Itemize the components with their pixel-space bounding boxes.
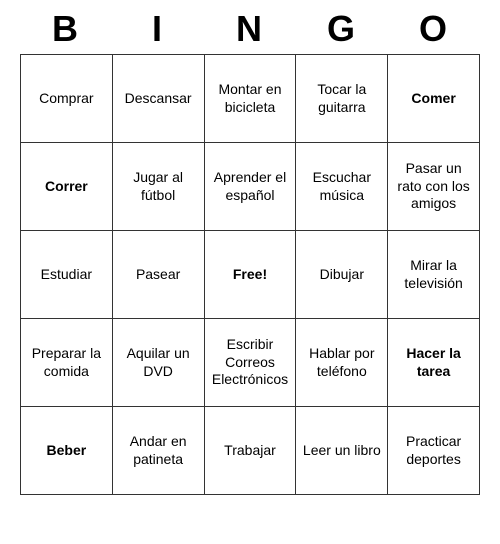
- cell-r1-c4: Pasar un rato con los amigos: [388, 143, 480, 231]
- cell-r1-c0: Correr: [21, 143, 113, 231]
- cell-r3-c2: Escribir Correos Electrónicos: [204, 319, 296, 407]
- cell-r1-c2: Aprender el español: [204, 143, 296, 231]
- cell-r4-c4: Practicar deportes: [388, 407, 480, 495]
- title-n: N: [206, 8, 294, 50]
- cell-r0-c4: Comer: [388, 55, 480, 143]
- title-o: O: [390, 8, 478, 50]
- bingo-grid: ComprarDescansarMontar en bicicletaTocar…: [20, 54, 480, 495]
- cell-r4-c2: Trabajar: [204, 407, 296, 495]
- cell-r2-c0: Estudiar: [21, 231, 113, 319]
- cell-r0-c1: Descansar: [112, 55, 204, 143]
- bingo-title: B I N G O: [20, 0, 480, 54]
- cell-r1-c1: Jugar al fútbol: [112, 143, 204, 231]
- cell-r3-c3: Hablar por teléfono: [296, 319, 388, 407]
- cell-r2-c3: Dibujar: [296, 231, 388, 319]
- title-g: G: [298, 8, 386, 50]
- title-i: I: [114, 8, 202, 50]
- cell-r0-c3: Tocar la guitarra: [296, 55, 388, 143]
- title-b: B: [22, 8, 110, 50]
- cell-r1-c3: Escuchar música: [296, 143, 388, 231]
- cell-r3-c4: Hacer la tarea: [388, 319, 480, 407]
- cell-r4-c0: Beber: [21, 407, 113, 495]
- cell-r3-c1: Aquilar un DVD: [112, 319, 204, 407]
- cell-r0-c0: Comprar: [21, 55, 113, 143]
- cell-r0-c2: Montar en bicicleta: [204, 55, 296, 143]
- cell-r4-c1: Andar en patineta: [112, 407, 204, 495]
- cell-r2-c4: Mirar la televisión: [388, 231, 480, 319]
- cell-r2-c1: Pasear: [112, 231, 204, 319]
- cell-r3-c0: Preparar la comida: [21, 319, 113, 407]
- cell-r4-c3: Leer un libro: [296, 407, 388, 495]
- cell-r2-c2: Free!: [204, 231, 296, 319]
